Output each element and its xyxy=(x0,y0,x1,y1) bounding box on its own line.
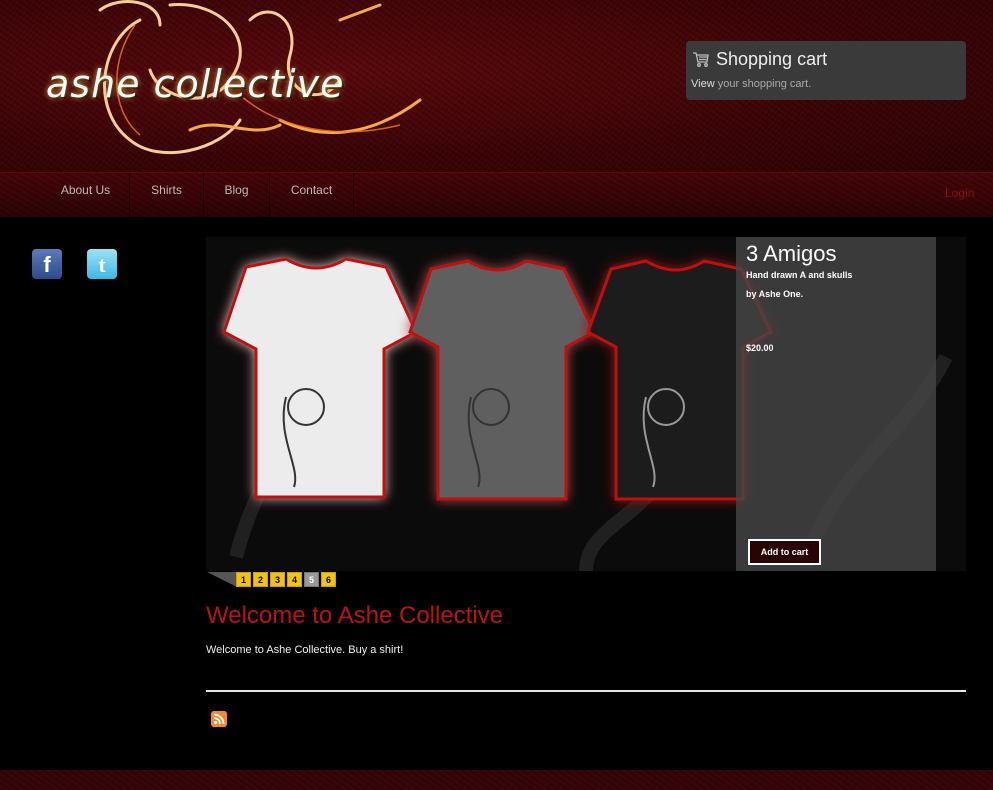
add-to-cart-button[interactable]: Add to cart xyxy=(748,539,821,565)
cart-view-word[interactable]: View xyxy=(691,78,715,90)
slider-page-5[interactable]: 5 xyxy=(304,572,319,587)
slider-page-1[interactable]: 1 xyxy=(236,572,251,587)
product-description-line-2: by Ashe One. xyxy=(746,289,804,299)
twitter-icon[interactable]: t xyxy=(87,249,117,279)
login-link[interactable]: Login xyxy=(945,186,974,200)
shopping-cart-box: Shopping cart View your shopping cart. xyxy=(686,41,966,100)
slider-page-2[interactable]: 2 xyxy=(253,572,268,587)
main-nav: About Us Shirts Blog Contact xyxy=(0,172,993,218)
cart-icon xyxy=(693,52,709,67)
product-description-line-1: Hand drawn A and skulls xyxy=(746,270,853,280)
site-footer xyxy=(0,770,993,790)
page-title: Welcome to Ashe Collective xyxy=(206,602,504,629)
welcome-text: Welcome to Ashe Collective. Buy a shirt! xyxy=(206,644,404,656)
pager-decoration xyxy=(207,572,237,587)
nav-item-contact[interactable]: Contact xyxy=(270,173,354,218)
content-divider xyxy=(206,690,966,692)
site-header: ashe collective Shopping cart View your … xyxy=(0,0,993,172)
nav-item-about-us[interactable]: About Us xyxy=(42,173,130,218)
cart-title: Shopping cart xyxy=(716,49,828,69)
logo-wordmark[interactable]: ashe collective xyxy=(46,62,344,106)
nav-item-blog[interactable]: Blog xyxy=(204,173,270,218)
cart-view-rest[interactable]: your shopping cart. xyxy=(715,78,812,90)
slider-pager: 1 2 3 4 5 6 xyxy=(236,572,336,587)
page: ashe collective Shopping cart View your … xyxy=(0,0,993,790)
product-price: $20.00 xyxy=(746,343,774,353)
nav-item-shirts[interactable]: Shirts xyxy=(130,173,204,218)
cart-view-link[interactable]: View your shopping cart. xyxy=(691,78,811,90)
slider-page-3[interactable]: 3 xyxy=(270,572,285,587)
product-info-panel xyxy=(736,237,936,571)
product-title: 3 Amigos xyxy=(746,241,837,266)
facebook-icon[interactable]: f xyxy=(32,249,62,279)
rss-feed-icon[interactable] xyxy=(211,711,227,727)
slider-page-6[interactable]: 6 xyxy=(321,572,336,587)
slider-page-4[interactable]: 4 xyxy=(287,572,302,587)
